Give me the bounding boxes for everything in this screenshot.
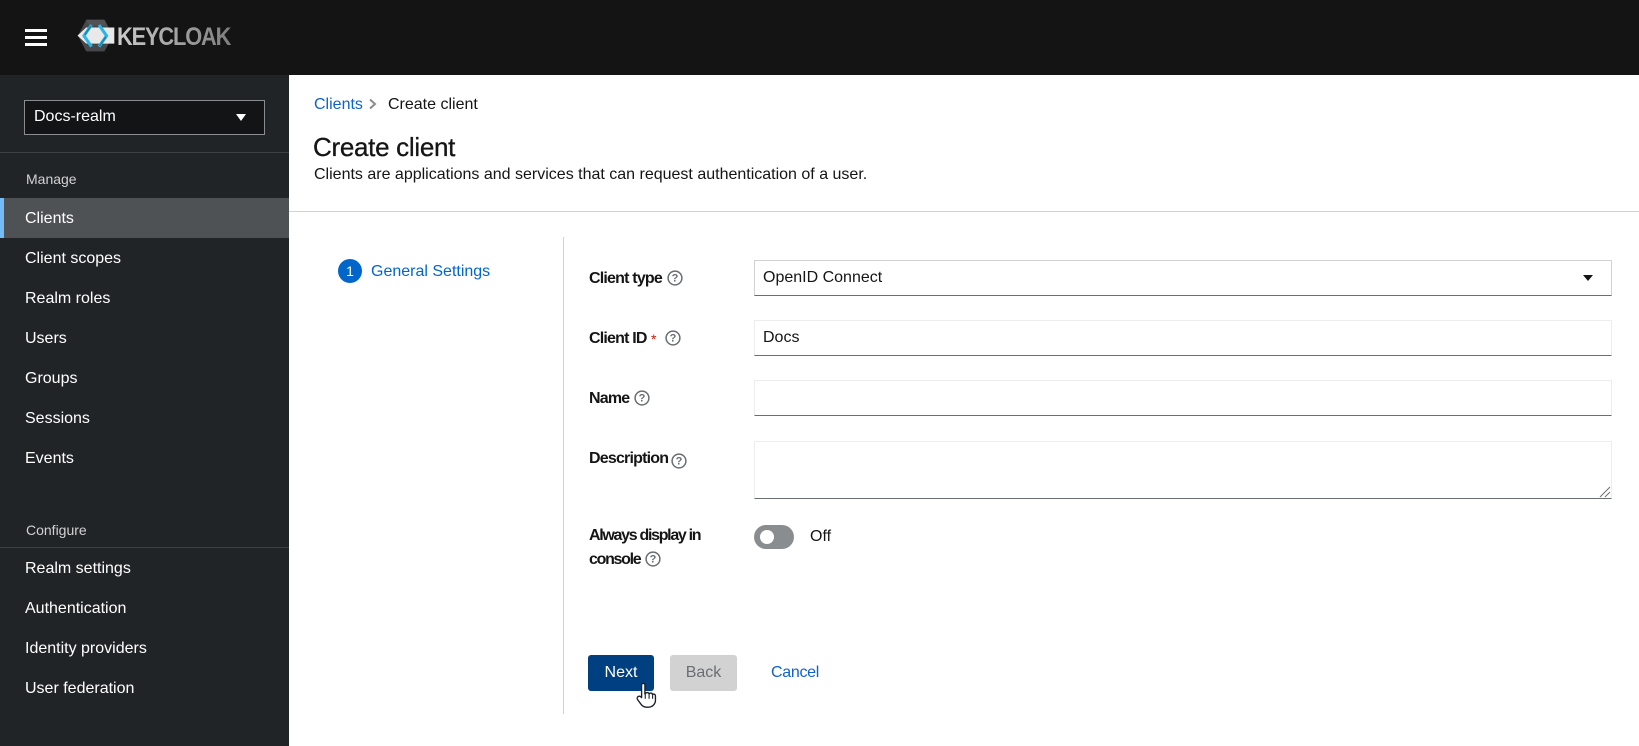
svg-text:?: ? [650,553,657,565]
svg-text:KEYCLOAK: KEYCLOAK [117,23,232,51]
svg-text:?: ? [670,332,677,344]
svg-text:?: ? [639,392,646,404]
svg-text:?: ? [676,455,683,467]
svg-text:?: ? [672,272,679,284]
